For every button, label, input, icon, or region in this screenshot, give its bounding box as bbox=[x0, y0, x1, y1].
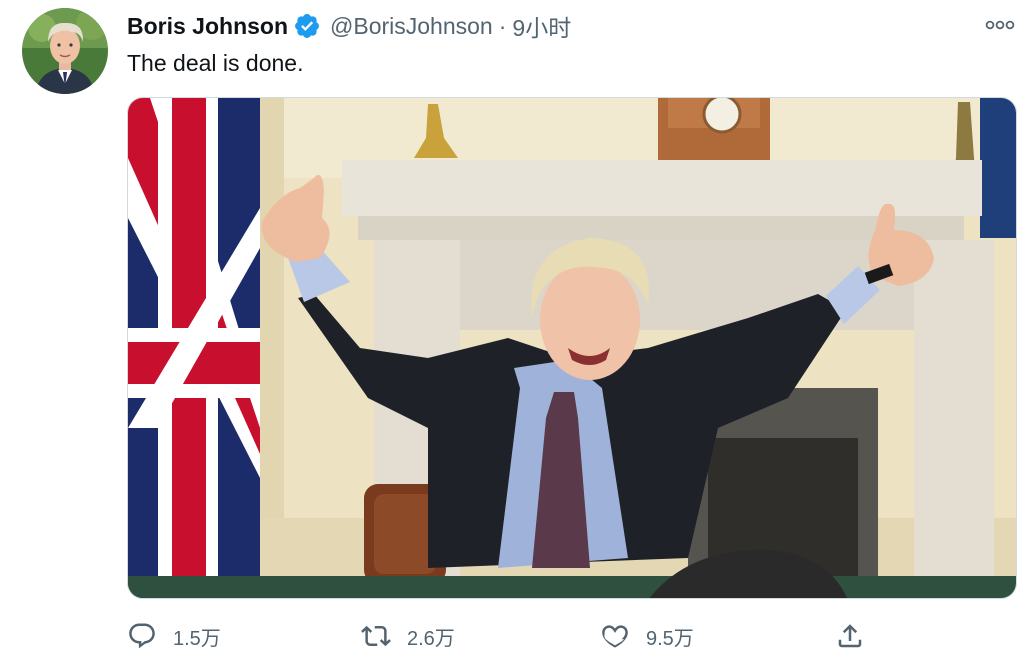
share-icon bbox=[838, 624, 862, 648]
more-dots-icon bbox=[985, 20, 1015, 30]
reply-button[interactable]: 1.5万 bbox=[127, 617, 221, 655]
heart-icon bbox=[602, 625, 628, 648]
retweet-count: 2.6万 bbox=[407, 627, 455, 650]
avatar-image bbox=[22, 8, 108, 94]
tweet-card: Boris Johnson @BorisJohnson · 9小时 The de… bbox=[0, 0, 1029, 665]
avatar[interactable] bbox=[22, 8, 108, 94]
retweet-icon bbox=[361, 625, 391, 647]
like-count: 9.5万 bbox=[646, 627, 694, 650]
retweet-button[interactable]: 2.6万 bbox=[361, 617, 455, 655]
like-button[interactable]: 9.5万 bbox=[600, 617, 694, 655]
tweet-actions: 1.5万 2.6万 9.5万 bbox=[127, 617, 887, 655]
reply-count: 1.5万 bbox=[173, 627, 221, 650]
reply-icon bbox=[129, 623, 155, 649]
photo-image bbox=[128, 98, 1016, 598]
header-separator: · bbox=[498, 12, 507, 39]
author-display-name[interactable]: Boris Johnson bbox=[127, 13, 288, 40]
author-handle[interactable]: @BorisJohnson bbox=[330, 13, 493, 40]
tweet-timestamp[interactable]: 9小时 bbox=[512, 9, 571, 43]
tweet-photo[interactable] bbox=[127, 97, 1017, 599]
verified-badge-icon bbox=[293, 12, 321, 40]
share-button[interactable] bbox=[835, 617, 865, 655]
tweet-header: Boris Johnson @BorisJohnson · 9小时 bbox=[127, 10, 571, 42]
tweet-text: The deal is done. bbox=[127, 50, 304, 76]
more-options-button[interactable] bbox=[980, 10, 1020, 40]
